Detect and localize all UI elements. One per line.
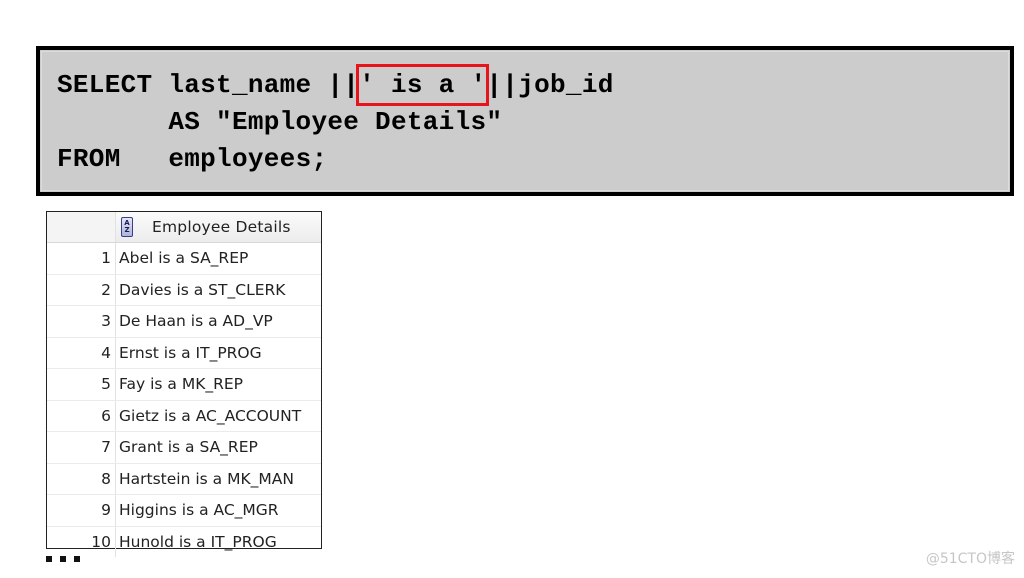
table-row[interactable]: 6 Gietz is a AC_ACCOUNT bbox=[47, 400, 321, 432]
cell-employee-details[interactable]: Abel is a SA_REP bbox=[116, 243, 321, 274]
cell-employee-details[interactable]: Ernst is a IT_PROG bbox=[116, 338, 321, 369]
row-number: 8 bbox=[47, 463, 116, 494]
highlighted-literal: ' is a ' bbox=[356, 64, 490, 106]
row-number: 4 bbox=[47, 337, 116, 368]
sql-line-2: AS "Employee Details" bbox=[57, 107, 502, 137]
watermark: @51CTO博客 bbox=[925, 551, 1015, 567]
sql-table: employees; bbox=[168, 144, 328, 174]
row-number: 1 bbox=[47, 243, 116, 274]
row-number: 2 bbox=[47, 274, 116, 305]
cell-employee-details[interactable]: Grant is a SA_REP bbox=[116, 432, 321, 463]
table-row[interactable]: 1 Abel is a SA_REP bbox=[47, 243, 321, 275]
table-row[interactable]: 3 De Haan is a AD_VP bbox=[47, 306, 321, 338]
cell-employee-details[interactable]: Hartstein is a MK_MAN bbox=[116, 464, 321, 495]
table-row[interactable]: 2 Davies is a ST_CLERK bbox=[47, 274, 321, 306]
cell-employee-details[interactable]: Davies is a ST_CLERK bbox=[116, 275, 321, 306]
table-row[interactable]: 5 Fay is a MK_REP bbox=[47, 369, 321, 401]
table-row[interactable]: 10 Hunold is a IT_PROG bbox=[47, 526, 321, 558]
column-header-employee-details[interactable]: AZ Employee Details bbox=[116, 212, 321, 242]
cell-employee-details[interactable]: Fay is a MK_REP bbox=[116, 369, 321, 400]
column-header-label: Employee Details bbox=[152, 218, 291, 236]
more-rows-ellipsis bbox=[46, 556, 80, 562]
sql-keyword-from: FROM bbox=[57, 144, 121, 174]
table-row[interactable]: 7 Grant is a SA_REP bbox=[47, 432, 321, 464]
sql-keyword-select: SELECT bbox=[57, 70, 153, 100]
row-number: 9 bbox=[47, 495, 116, 526]
sql-line-3: FROM employees; bbox=[57, 144, 327, 174]
row-number: 10 bbox=[47, 526, 116, 557]
cell-employee-details[interactable]: Gietz is a AC_ACCOUNT bbox=[116, 401, 321, 432]
sql-gap bbox=[121, 144, 169, 174]
results-grid: AZ Employee Details 1 Abel is a SA_REP 2 Da… bbox=[46, 211, 322, 557]
sort-az-icon[interactable]: AZ bbox=[121, 217, 133, 237]
sql-alias: AS "Employee Details" bbox=[168, 107, 503, 137]
table-row[interactable]: 4 Ernst is a IT_PROG bbox=[47, 337, 321, 369]
table-row[interactable]: 8 Hartstein is a MK_MAN bbox=[47, 463, 321, 495]
sql-line-1: SELECT last_name ||' is a '||job_id bbox=[57, 64, 614, 106]
cell-employee-details[interactable]: Higgins is a AC_MGR bbox=[116, 495, 321, 526]
row-number: 5 bbox=[47, 369, 116, 400]
row-number: 3 bbox=[47, 306, 116, 337]
sql-expr-before: last_name || bbox=[168, 70, 360, 100]
sql-expr-after: ||job_id bbox=[486, 70, 614, 100]
row-number-header bbox=[47, 212, 116, 242]
row-number: 6 bbox=[47, 400, 116, 431]
grid-header: AZ Employee Details bbox=[47, 212, 321, 243]
sql-code-box: SELECT last_name ||' is a '||job_id AS "… bbox=[36, 46, 1014, 196]
cell-employee-details[interactable]: Hunold is a IT_PROG bbox=[116, 527, 321, 558]
cell-employee-details[interactable]: De Haan is a AD_VP bbox=[116, 306, 321, 337]
table-row[interactable]: 9 Higgins is a AC_MGR bbox=[47, 495, 321, 527]
row-number: 7 bbox=[47, 432, 116, 463]
sql-indent bbox=[57, 107, 168, 137]
